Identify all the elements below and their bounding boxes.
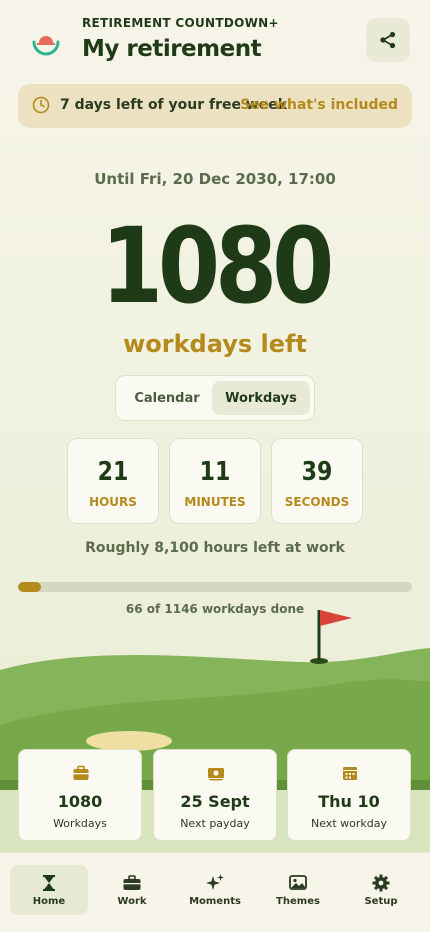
stat-label: Next workday (311, 817, 387, 830)
nav-label: Setup (364, 896, 398, 907)
briefcase-icon (123, 875, 141, 890)
progress-fill (18, 582, 41, 592)
mode-toggle: Calendar Workdays (115, 375, 315, 421)
briefcase-icon (73, 765, 89, 780)
hours-label: HOURS (89, 495, 137, 509)
image-icon (289, 875, 307, 890)
share-button[interactable] (366, 18, 410, 62)
hourglass-icon (43, 875, 55, 891)
seconds-label: SECONDS (284, 495, 350, 509)
nav-themes[interactable]: Themes (259, 865, 337, 915)
page-title: My retirement (82, 36, 262, 62)
seconds-box: 39 SECONDS (271, 438, 363, 524)
tab-calendar[interactable]: Calendar (122, 381, 212, 415)
tab-workdays[interactable]: Workdays (212, 381, 310, 415)
workdays-left-number: 1080 (100, 205, 334, 327)
stat-value: 1080 (57, 792, 103, 811)
stat-card-payday: 25 Sept Next payday (153, 749, 277, 841)
hours-value: 21 (97, 457, 129, 487)
minutes-box: 11 MINUTES (169, 438, 261, 524)
clock-icon (32, 96, 50, 114)
cash-icon (208, 768, 224, 781)
stat-card-workdays: 1080 Workdays (18, 749, 142, 841)
share-icon (380, 31, 396, 49)
nav-work[interactable]: Work (93, 865, 171, 915)
minutes-label: MINUTES (184, 495, 246, 509)
bottom-nav: Home Work Moments Themes Setup (0, 852, 430, 932)
seconds-value: 39 (301, 457, 333, 487)
gear-icon (372, 874, 390, 892)
calendar-icon (343, 767, 357, 780)
nav-label: Home (32, 896, 66, 907)
stat-label: Workdays (53, 817, 107, 830)
stat-label: Next payday (180, 817, 250, 830)
app-root: RETIREMENT COUNTDOWN+ My retirement 7 da… (0, 0, 430, 932)
nav-setup[interactable]: Setup (342, 865, 420, 915)
header: RETIREMENT COUNTDOWN+ My retirement (0, 16, 430, 66)
nav-label: Themes (276, 896, 320, 907)
workdays-progress-bar (18, 582, 412, 592)
nav-label: Work (117, 896, 147, 907)
stat-value: 25 Sept (180, 792, 250, 811)
trial-banner: 7 days left of your free week See what's… (18, 84, 412, 128)
app-logo-icon (32, 36, 60, 56)
hours-left-text: Roughly 8,100 hours left at work (85, 540, 345, 556)
see-included-link[interactable]: See what's included (240, 97, 398, 113)
workdays-done-text: 66 of 1146 workdays done (125, 602, 305, 616)
stat-value: Thu 10 (318, 792, 380, 811)
nav-moments[interactable]: Moments (176, 865, 254, 915)
workdays-left-label: workdays left (123, 330, 307, 358)
minutes-value: 11 (199, 457, 231, 487)
stat-card-next-workday: Thu 10 Next workday (287, 749, 411, 841)
nav-label: Moments (189, 896, 241, 907)
nav-home[interactable]: Home (10, 865, 88, 915)
hours-box: 21 HOURS (67, 438, 159, 524)
sparkles-icon (206, 874, 224, 890)
retirement-date: Until Fri, 20 Dec 2030, 17:00 (94, 170, 336, 188)
app-brand: RETIREMENT COUNTDOWN+ (82, 16, 279, 30)
